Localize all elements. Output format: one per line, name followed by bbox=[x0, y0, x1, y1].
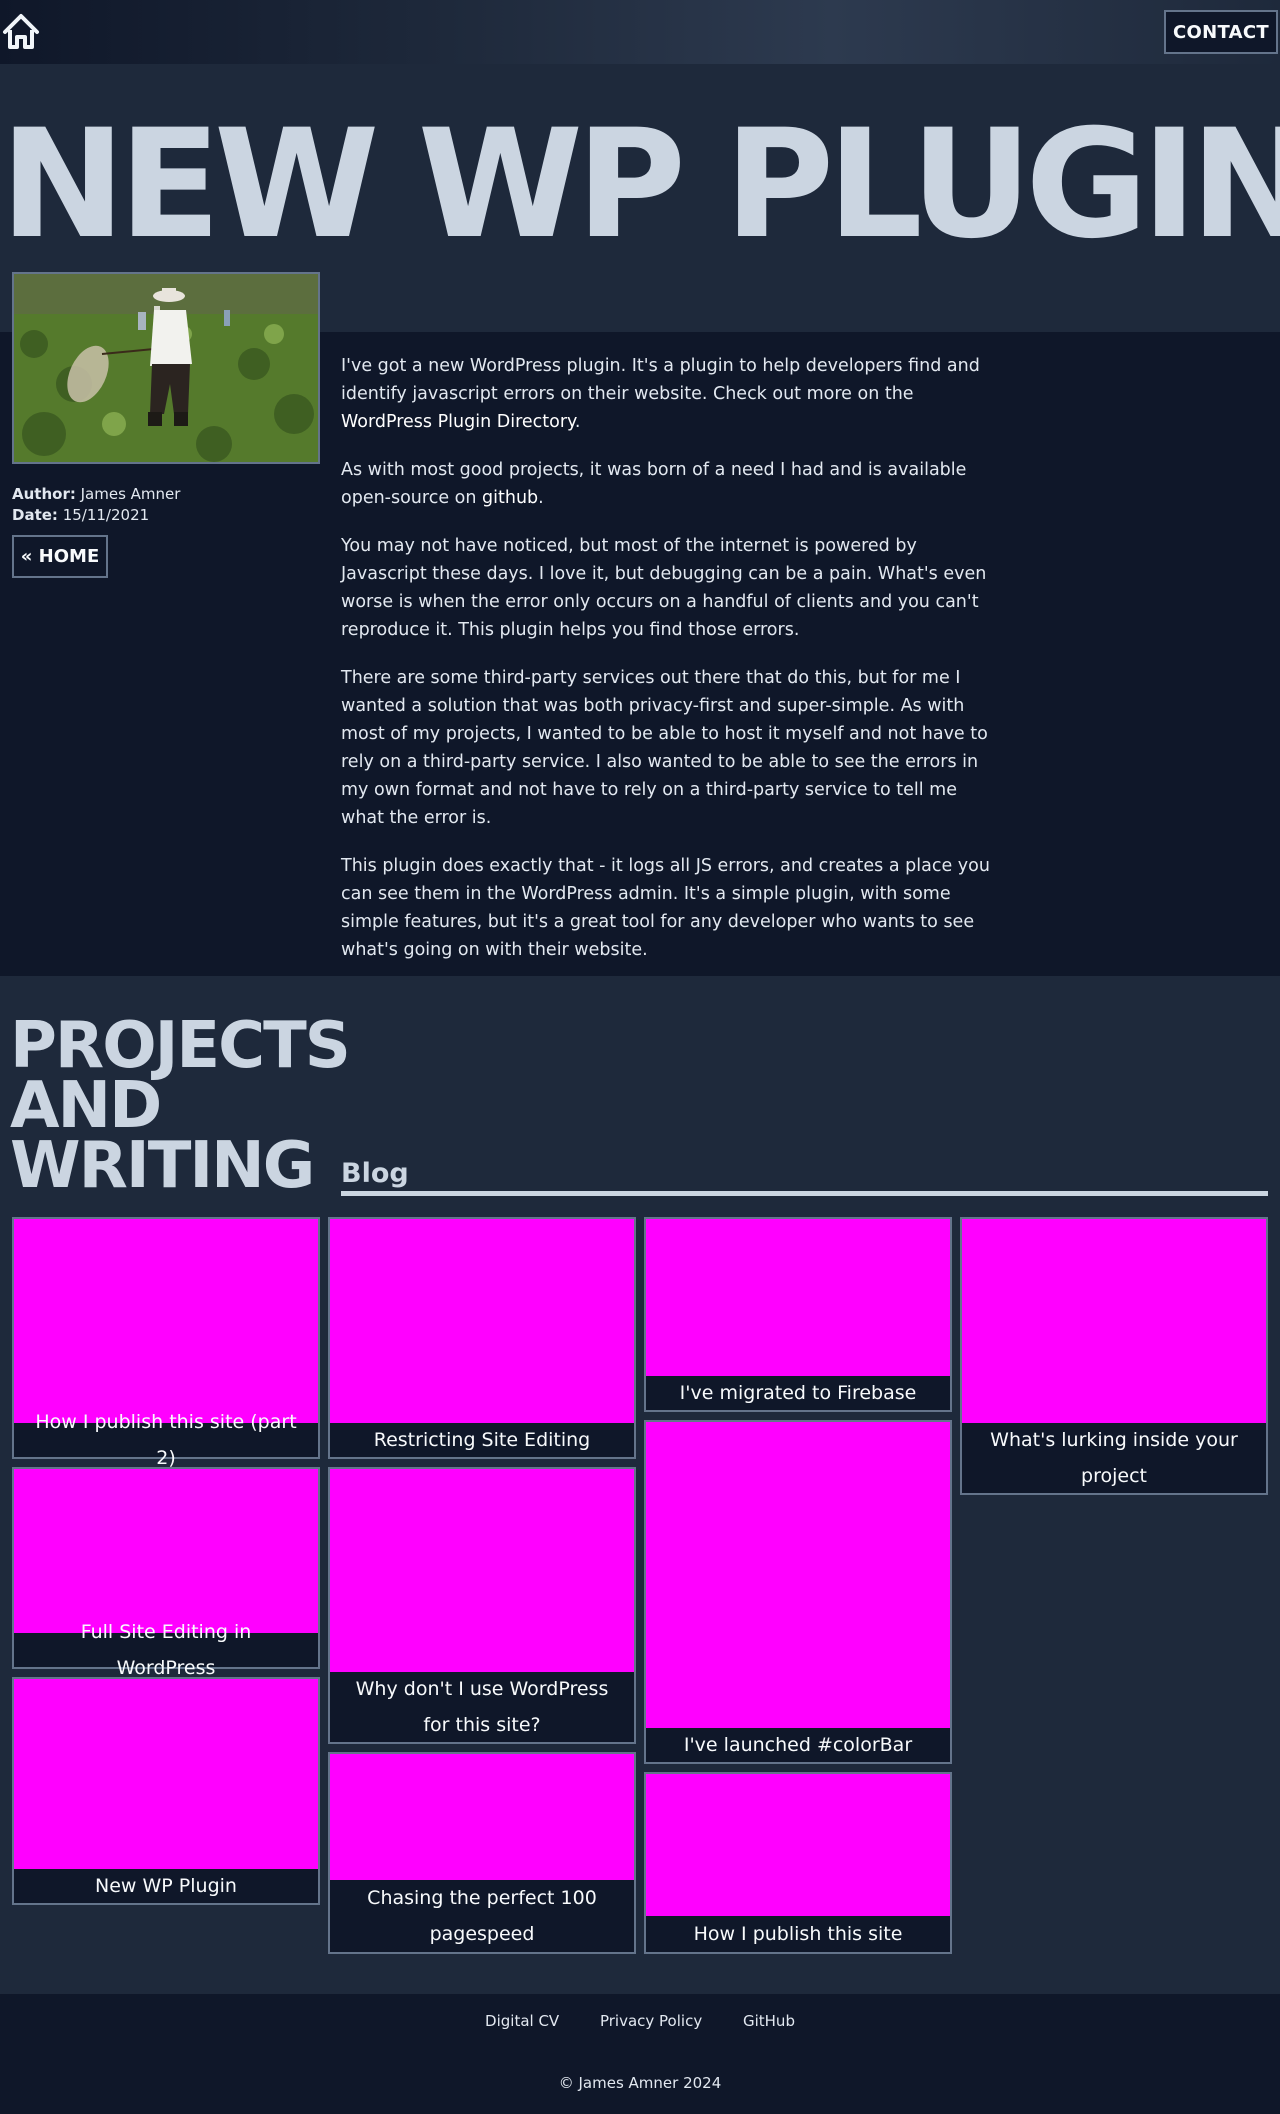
top-navigation-bar: CONTACT bbox=[0, 0, 1280, 64]
post-date: 15/11/2021 bbox=[62, 506, 150, 524]
article-body: I've got a new WordPress plugin. It's a … bbox=[341, 352, 993, 984]
home-button[interactable]: « HOME bbox=[12, 535, 108, 578]
project-card-title: How I publish this site bbox=[693, 1923, 903, 1945]
blog-heading: Blog bbox=[341, 1158, 409, 1189]
project-card[interactable]: How I publish this site (part 2) bbox=[12, 1217, 320, 1469]
project-card-title: Why don't I use WordPress for this site? bbox=[355, 1678, 609, 1736]
project-card-title: How I publish this site (part 2) bbox=[35, 1411, 296, 1469]
project-card[interactable]: New WP Plugin bbox=[12, 1677, 320, 1905]
author-name: James Amner bbox=[80, 485, 181, 503]
project-card[interactable]: How I publish this site bbox=[644, 1772, 952, 1954]
projects-heading: PROJECTS AND WRITING bbox=[10, 1009, 351, 1203]
project-card[interactable]: Restricting Site Editing bbox=[328, 1217, 636, 1459]
paragraph-text: . bbox=[574, 412, 581, 432]
post-featured-image bbox=[12, 272, 320, 464]
project-card-thumbnail bbox=[14, 1469, 318, 1633]
contact-button[interactable]: CONTACT bbox=[1164, 10, 1278, 54]
author-label: Author: bbox=[12, 485, 76, 503]
project-card-title: I've migrated to Firebase bbox=[679, 1382, 917, 1404]
project-card-thumbnail bbox=[14, 1679, 318, 1869]
article-paragraph: There are some third-party services out … bbox=[341, 668, 988, 828]
copyright-text: © James Amner 2024 bbox=[558, 2074, 722, 2092]
project-card-thumbnail bbox=[14, 1219, 318, 1423]
footer-link-digital-cv[interactable]: Digital CV bbox=[485, 2012, 559, 2030]
project-card-thumbnail bbox=[646, 1774, 950, 1916]
project-card-thumbnail bbox=[330, 1219, 634, 1423]
article-paragraph: I've got a new WordPress plugin. It's a … bbox=[341, 352, 993, 436]
project-card-title: I've launched #colorBar bbox=[683, 1734, 913, 1756]
article-paragraph: You may not have noticed, but most of th… bbox=[341, 536, 987, 640]
blog-divider bbox=[341, 1191, 1268, 1196]
project-card[interactable]: What's lurking inside your project bbox=[960, 1217, 1268, 1495]
project-card[interactable]: Why don't I use WordPress for this site? bbox=[328, 1467, 636, 1744]
footer-link-github[interactable]: GitHub bbox=[743, 2012, 795, 2030]
article-paragraph: As with most good projects, it was born … bbox=[341, 456, 993, 512]
project-card-title: What's lurking inside your project bbox=[990, 1429, 1238, 1487]
project-card-title: Full Site Editing in WordPress bbox=[81, 1621, 252, 1679]
wordpress-plugin-directory-link[interactable]: WordPress Plugin Directory bbox=[341, 412, 575, 432]
project-card[interactable]: I've launched #colorBar bbox=[644, 1420, 952, 1764]
project-card[interactable]: Full Site Editing in WordPress bbox=[12, 1467, 320, 1679]
project-card[interactable]: Chasing the perfect 100 pagespeed bbox=[328, 1752, 636, 1954]
field-photo bbox=[14, 274, 318, 462]
paragraph-text: As with most good projects, it was born … bbox=[341, 460, 967, 508]
project-card-title: New WP Plugin bbox=[95, 1875, 237, 1897]
project-card-thumbnail bbox=[962, 1219, 1266, 1423]
page-title: NEW WP PLUGIN bbox=[0, 98, 1280, 272]
project-card-title: Chasing the perfect 100 pagespeed bbox=[367, 1887, 597, 1945]
date-label: Date: bbox=[12, 506, 58, 524]
footer-links: Digital CV Privacy Policy GitHub bbox=[0, 2012, 1280, 2030]
post-meta: Author: James Amner Date: 15/11/2021 bbox=[12, 484, 180, 526]
project-card-thumbnail bbox=[330, 1469, 634, 1672]
paragraph-text: I've got a new WordPress plugin. It's a … bbox=[341, 356, 980, 404]
project-card[interactable]: I've migrated to Firebase bbox=[644, 1217, 952, 1412]
paragraph-text: . bbox=[538, 488, 544, 508]
project-card-title: Restricting Site Editing bbox=[373, 1429, 591, 1451]
project-card-thumbnail bbox=[646, 1422, 950, 1728]
github-link[interactable]: github bbox=[482, 488, 538, 508]
project-card-thumbnail bbox=[646, 1219, 950, 1376]
author-line: Author: James Amner bbox=[12, 484, 180, 505]
footer-link-privacy-policy[interactable]: Privacy Policy bbox=[600, 2012, 702, 2030]
date-line: Date: 15/11/2021 bbox=[12, 505, 180, 526]
article-paragraph: This plugin does exactly that - it logs … bbox=[341, 856, 990, 960]
home-icon[interactable] bbox=[2, 12, 40, 50]
project-card-thumbnail bbox=[330, 1754, 634, 1880]
